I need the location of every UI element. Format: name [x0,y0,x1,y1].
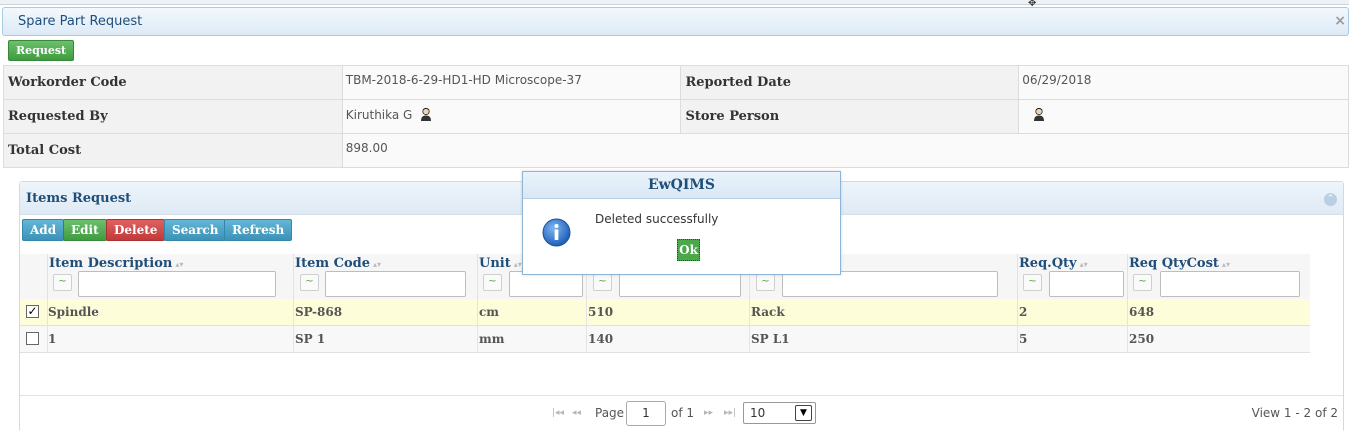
info-icon [542,218,571,247]
reported-date-value: 06/29/2018 [1018,65,1349,100]
rows-per-page-select[interactable]: 10 ▼ [743,402,816,424]
dropdown-arrow-icon: ▼ [795,405,812,421]
table-row[interactable]: ✓ Spindle SP-868 cm 510 Rack 2 648 [20,299,1310,326]
dialog-title: EwQIMS [523,172,840,199]
filter-operator-icon[interactable]: ~ [593,274,612,291]
reported-date-label: Reported Date [680,65,1020,100]
cell-unit: mm [479,332,505,346]
delete-button[interactable]: Delete [106,219,166,241]
sort-icon: ▴▾ [1221,259,1230,269]
workorder-code-value: TBM-2018-6-29-HD1-HD Microscope-37 [341,65,682,100]
column-header-item-description[interactable]: Item Description ▴▾ [49,256,183,271]
filter-operator-icon[interactable]: ~ [483,274,502,291]
total-cost-label: Total Cost [3,133,343,168]
message-dialog: EwQIMS Deleted successfully Ok [522,171,841,275]
cell-item-description: Spindle [48,305,99,319]
workorder-code-label: Workorder Code [3,65,343,100]
search-button[interactable]: Search [164,219,227,241]
filter-operator-icon[interactable]: ~ [300,274,319,291]
cell-item-code: SP-868 [295,305,343,319]
filter-operator-icon[interactable]: ~ [756,274,775,291]
cell-column-5: SP L1 [751,332,790,346]
filter-input-item-description[interactable] [78,271,276,297]
sort-icon: ▴▾ [1079,259,1088,269]
filter-input-item-code[interactable] [325,271,466,297]
sort-icon: ▴▾ [513,259,522,269]
column-header-req-qty[interactable]: Req.Qty ▴▾ [1019,256,1088,271]
edit-button[interactable]: Edit [63,219,107,241]
cell-item-code: SP 1 [295,332,326,346]
person-icon [421,107,432,121]
requested-by-label: Requested By [3,99,343,134]
filter-operator-icon[interactable]: ~ [53,274,72,291]
collapse-icon[interactable]: ⌃ [1324,193,1337,206]
requested-by-value: Kiruthika G [345,108,413,122]
filter-input-req-qty-cost[interactable] [1160,271,1300,297]
add-button[interactable]: Add [22,219,65,241]
panel-header: Spare Part Request × [2,7,1349,36]
cell-req-qty: 2 [1019,305,1028,319]
requested-by-cell: Kiruthika G [341,99,682,134]
cell-req-qty-cost: 250 [1129,332,1155,346]
page-number-input[interactable]: 1 [626,401,666,426]
request-button[interactable]: Request [8,40,75,61]
cell-column-4: 140 [588,332,614,346]
cell-item-description: 1 [48,332,57,346]
row-checkbox[interactable] [26,332,39,345]
view-records-text: View 1 - 2 of 2 [1251,406,1338,420]
dialog-message: Deleted successfully [595,212,719,226]
cell-column-4: 510 [588,305,614,319]
last-page-icon[interactable]: ▸▸| [724,408,736,418]
filter-operator-icon[interactable]: ~ [1023,274,1042,291]
filter-operator-icon[interactable]: ~ [1133,274,1152,291]
top-border [0,0,1349,5]
cell-unit: cm [479,305,500,319]
next-page-icon[interactable]: ▸▸ [704,408,713,418]
total-cost-value: 898.00 [341,133,1349,168]
table-row[interactable]: 1 SP 1 mm 140 SP L1 5 250 [20,326,1310,353]
row-checkbox-checked[interactable]: ✓ [26,305,39,318]
page-label: Page [595,406,625,420]
column-header-req-qty-cost[interactable]: Req QtyCost ▴▾ [1129,256,1230,271]
column-header-item-code[interactable]: Item Code ▴▾ [295,256,381,271]
request-info-table: Workorder Code TBM-2018-6-29-HD1-HD Micr… [3,65,1349,168]
cell-req-qty-cost: 648 [1129,305,1155,319]
ok-button[interactable]: Ok [677,239,700,261]
sort-icon: ▴▾ [175,259,184,269]
cell-req-qty: 5 [1019,332,1028,346]
store-person-label: Store Person [680,99,1020,134]
panel-title: Spare Part Request [18,14,143,29]
pager: |◂◂ ◂◂ Page 1 of 1 ▸▸ ▸▸| 10 ▼ View 1 - … [20,395,1343,432]
filter-input-req-qty[interactable] [1049,271,1124,297]
page-count-label: of 1 [671,406,695,420]
sort-icon: ▴▾ [373,259,382,269]
prev-page-icon[interactable]: ◂◂ [572,408,581,418]
first-page-icon[interactable]: |◂◂ [552,408,564,418]
person-icon [1034,107,1045,121]
items-request-title: Items Request [26,191,132,206]
refresh-button[interactable]: Refresh [224,219,293,241]
column-header-unit[interactable]: Unit ▴▾ [479,256,522,271]
close-icon[interactable]: × [1334,13,1346,29]
cell-column-5: Rack [751,305,785,319]
store-person-cell [1018,99,1349,134]
